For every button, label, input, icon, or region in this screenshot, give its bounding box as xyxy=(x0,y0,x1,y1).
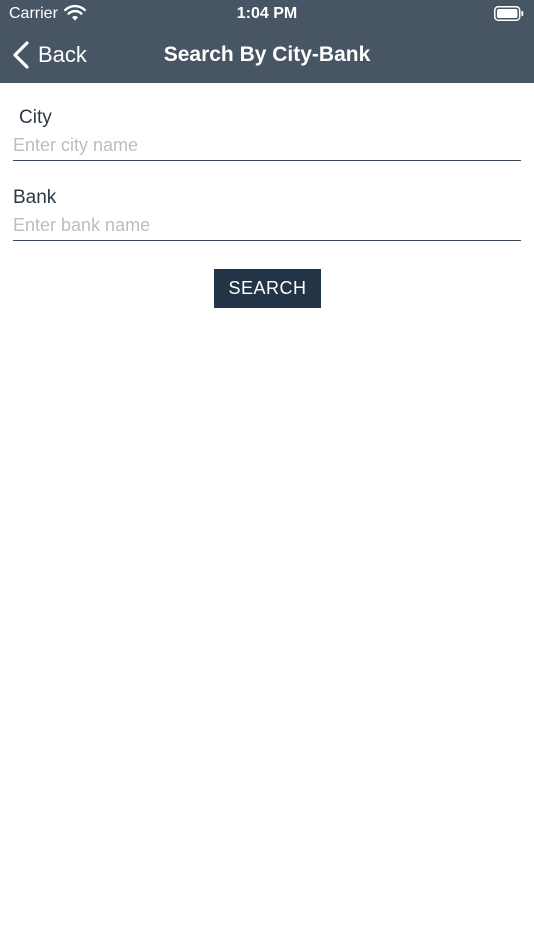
bank-field-group: Bank xyxy=(13,186,521,241)
city-label: City xyxy=(19,107,52,128)
bank-input[interactable] xyxy=(13,210,521,241)
top-bar: Carrier 1:04 PM Back Search By City-Bank xyxy=(0,0,534,83)
city-field-group: City xyxy=(13,106,521,161)
status-bar: Carrier 1:04 PM xyxy=(0,0,534,28)
bank-label: Bank xyxy=(13,187,57,208)
navigation-bar: Back Search By City-Bank xyxy=(0,28,534,83)
page-title: Search By City-Bank xyxy=(163,43,371,66)
screen: Carrier 1:04 PM Back Search By City-Bank xyxy=(0,0,534,950)
search-button[interactable]: SEARCH xyxy=(214,269,321,308)
city-input[interactable] xyxy=(13,130,521,161)
status-time: 1:04 PM xyxy=(236,5,298,22)
battery-icon xyxy=(494,6,524,21)
